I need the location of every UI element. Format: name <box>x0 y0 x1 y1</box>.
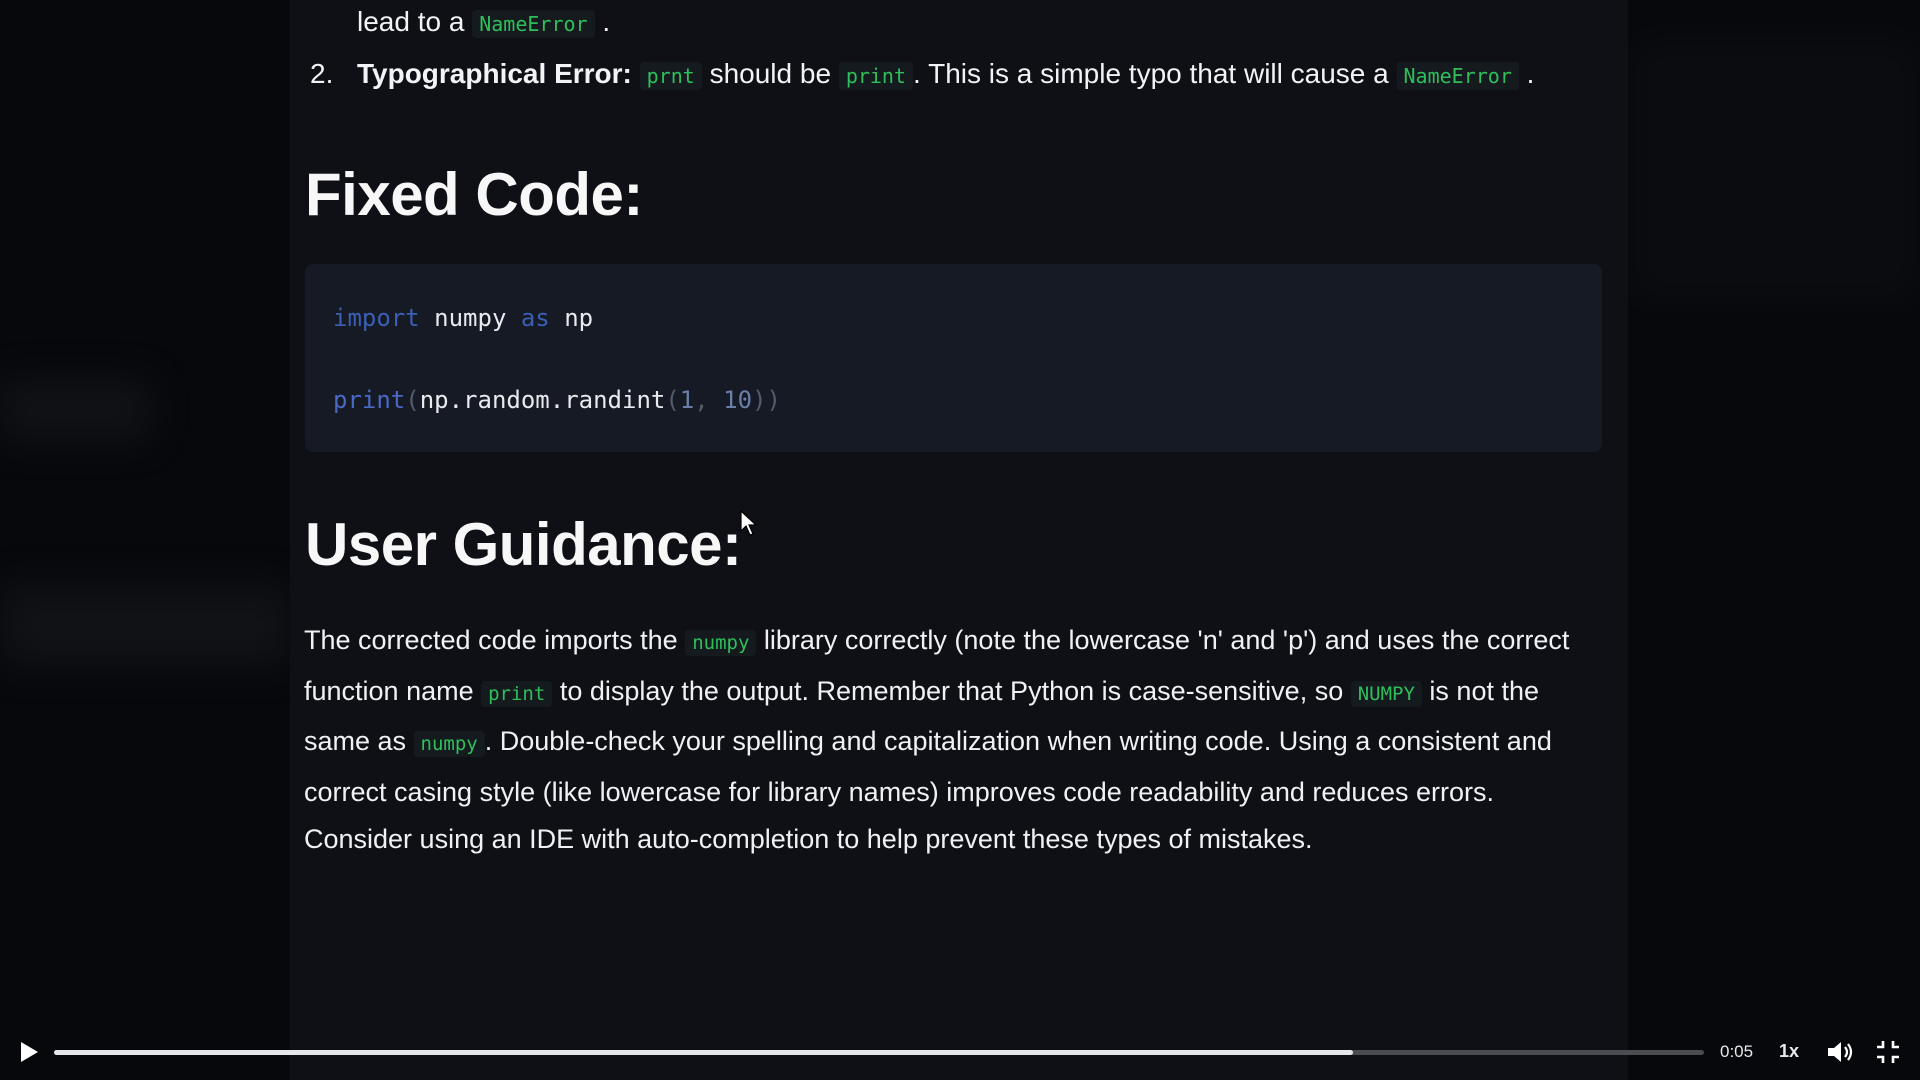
list-text: . <box>602 6 611 37</box>
inline-code: NameError <box>1396 62 1519 90</box>
list-text: . <box>1526 58 1535 89</box>
background-blur <box>1630 40 1920 300</box>
inline-code: prnt <box>639 62 702 90</box>
code-text: np.random.randint <box>419 386 666 414</box>
code-number: 10 <box>723 386 753 414</box>
progress-fill <box>54 1050 1353 1055</box>
code-paren: ( <box>665 386 680 414</box>
code-keyword: as <box>520 304 550 332</box>
video-controls: 0:05 1x <box>0 1030 1920 1080</box>
code-keyword: import <box>333 304 420 332</box>
code-function: print <box>333 386 406 414</box>
list-item-body: lead to a NameError . <box>357 6 610 38</box>
list-text: lead to a <box>357 6 465 37</box>
inline-code: numpy <box>413 731 485 757</box>
code-paren: )) <box>752 386 781 414</box>
volume-icon[interactable] <box>1826 1039 1854 1065</box>
inline-code: NUMPY <box>1350 680 1422 707</box>
paragraph-text: . Double-check your spelling and capital… <box>304 726 1552 854</box>
fixed-code-heading: Fixed Code: <box>305 161 643 228</box>
progress-bar[interactable] <box>54 1050 1704 1055</box>
list-item-body: Typographical Error: prnt should be prin… <box>357 58 1534 90</box>
play-icon[interactable] <box>17 1040 41 1064</box>
code-line: import numpy as np <box>333 304 593 332</box>
guidance-paragraph: The corrected code imports the numpy lib… <box>304 617 1604 864</box>
inline-code: numpy <box>685 630 757 656</box>
user-guidance-heading: User Guidance: <box>305 511 742 578</box>
code-paren: , <box>694 386 724 414</box>
content-panel: lead to a NameError . 2. Typographical E… <box>290 0 1628 1080</box>
code-block: import numpy as np print(np.random.randi… <box>305 264 1602 452</box>
time-display: 0:05 <box>1720 1042 1754 1061</box>
code-number: 1 <box>679 386 695 414</box>
background-blur <box>0 585 290 665</box>
code-paren: ( <box>405 386 420 414</box>
code-text: np <box>549 304 594 332</box>
inline-code: print <box>838 62 914 90</box>
code-text: numpy <box>419 304 521 332</box>
background-blur <box>0 380 150 440</box>
code-line: print(np.random.randint(1, 10)) <box>333 386 781 414</box>
paragraph-text: to display the output. Remember that Pyt… <box>552 675 1351 706</box>
list-number: 2. <box>310 58 334 89</box>
mouse-cursor-icon <box>740 509 760 541</box>
playback-speed-button[interactable]: 1x <box>1779 1041 1799 1062</box>
fullscreen-icon[interactable] <box>1875 1039 1901 1065</box>
paragraph-text: The corrected code imports the <box>304 625 686 655</box>
list-item-title: Typographical Error: <box>357 58 632 89</box>
inline-code: NameError <box>472 10 595 38</box>
inline-code: print <box>481 680 553 707</box>
list-text: . This is a simple typo that will cause … <box>913 58 1389 89</box>
list-text: should be <box>709 58 832 89</box>
